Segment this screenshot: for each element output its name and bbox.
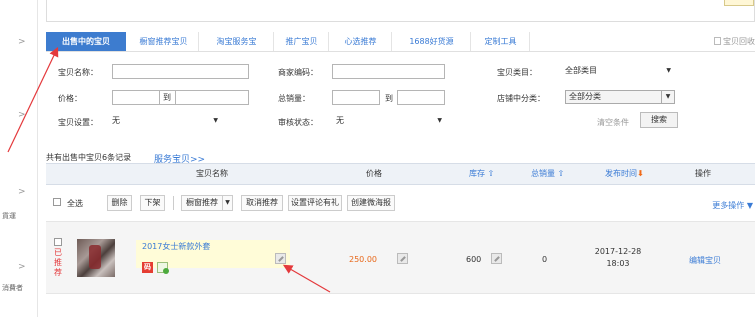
more-actions-link[interactable]: 更多操作 ▼ bbox=[712, 200, 753, 211]
merchant-code-label: 商家编码： bbox=[278, 68, 318, 77]
window-recommend-button[interactable]: 橱窗推荐 ▼ bbox=[181, 195, 233, 211]
table-header: 宝贝名称 价格 库存 ⇧ 总销量 ⇧ 发布时间⬇ 操作 bbox=[46, 163, 755, 185]
sales-min-input[interactable] bbox=[332, 90, 380, 105]
setting-value: 无 bbox=[112, 116, 120, 125]
shop-category-select[interactable]: 全部分类 ▼ bbox=[565, 90, 675, 104]
price-max-input[interactable] bbox=[175, 90, 249, 105]
name-input[interactable] bbox=[112, 64, 249, 79]
publish-time: 2017-12-28 18:03 bbox=[586, 246, 650, 270]
category-select[interactable]: 全部类目 ▼ bbox=[565, 64, 675, 78]
shop-category-label: 店铺中分类： bbox=[497, 94, 545, 103]
edit-pencil-icon[interactable] bbox=[397, 253, 408, 264]
delete-button[interactable]: 删除 bbox=[107, 195, 132, 211]
sales-to-label: 到 bbox=[385, 94, 393, 103]
chevron-right-icon[interactable]: > bbox=[18, 187, 26, 197]
col-stock[interactable]: 库存 ⇧ bbox=[469, 164, 494, 184]
sort-icon: ⇧ bbox=[485, 169, 495, 178]
tab-heart-select[interactable]: 心选推荐 bbox=[330, 32, 392, 51]
tab-custom-tools[interactable]: 定制工具 bbox=[472, 32, 530, 51]
price-min-input[interactable] bbox=[112, 90, 160, 105]
edit-pencil-icon[interactable] bbox=[275, 253, 286, 264]
mobile-icon[interactable] bbox=[157, 262, 169, 274]
dropdown-arrow-icon: ▼ bbox=[437, 117, 442, 124]
top-banner-button[interactable] bbox=[724, 0, 754, 6]
total-sales-label: 总销量： bbox=[278, 94, 310, 103]
divider bbox=[173, 196, 174, 210]
recommended-status: 已推荐 bbox=[54, 248, 62, 277]
setting-select[interactable]: 无 ▼ bbox=[112, 114, 222, 128]
left-sidebar: > > > 貨運 > 消費者 bbox=[0, 0, 38, 317]
tab-1688[interactable]: 1688好货源 bbox=[393, 32, 471, 51]
dropdown-arrow-icon: ▼ bbox=[213, 117, 218, 124]
unlist-button[interactable]: 下架 bbox=[140, 195, 165, 211]
review-status-select[interactable]: 无 ▼ bbox=[336, 114, 446, 128]
record-summary: 共有出售中宝贝6条记录 bbox=[46, 153, 132, 162]
row-checkbox[interactable] bbox=[54, 238, 62, 246]
edit-pencil-icon[interactable] bbox=[491, 253, 502, 264]
sales-max-input[interactable] bbox=[397, 90, 445, 105]
name-label: 宝贝名称： bbox=[58, 68, 98, 77]
sort-down-icon: ⬇ bbox=[637, 169, 644, 178]
search-button[interactable]: 搜索 bbox=[640, 112, 678, 128]
col-time[interactable]: 发布时间⬇ bbox=[605, 164, 644, 184]
dropdown-arrow-icon: ▼ bbox=[666, 67, 671, 74]
col-sales-label: 总销量 bbox=[531, 169, 555, 178]
col-price: 价格 bbox=[366, 169, 382, 178]
publish-clock: 18:03 bbox=[606, 259, 630, 268]
setting-label: 宝贝设置： bbox=[58, 118, 98, 127]
col-time-label: 发布时间 bbox=[605, 169, 637, 178]
cancel-recommend-button[interactable]: 取消推荐 bbox=[241, 195, 283, 211]
select-all-checkbox[interactable] bbox=[53, 198, 61, 206]
review-status-label: 审核状态： bbox=[278, 118, 318, 127]
dropdown-arrow-icon: ▼ bbox=[222, 196, 232, 210]
chevron-right-icon[interactable]: > bbox=[18, 110, 26, 120]
select-all-label: 全选 bbox=[67, 199, 83, 208]
recycle-label: 宝贝回收 bbox=[723, 37, 755, 46]
product-stock: 600 bbox=[466, 255, 482, 264]
price-to-label: 到 bbox=[163, 93, 171, 102]
tab-promote[interactable]: 推广宝贝 bbox=[275, 32, 329, 51]
dropdown-arrow-icon: ▼ bbox=[661, 91, 674, 103]
review-gift-button[interactable]: 设置评论有礼 bbox=[288, 195, 342, 211]
product-thumbnail[interactable] bbox=[77, 239, 115, 277]
sidebar-label: 消費者 bbox=[2, 284, 23, 292]
tab-taobao-service[interactable]: 淘宝服务宝 bbox=[200, 32, 274, 51]
sidebar-label: 貨運 bbox=[2, 212, 16, 220]
recycle-link[interactable]: 宝贝回收 bbox=[714, 36, 755, 47]
batch-toolbar: 全选 删除 下架 橱窗推荐 ▼ 取消推荐 设置评论有礼 创建微海报 更多操作 ▼ bbox=[46, 186, 755, 222]
trash-icon bbox=[714, 37, 721, 45]
product-sales: 0 bbox=[542, 255, 548, 264]
merchant-code-input[interactable] bbox=[332, 64, 445, 79]
product-price: 250.00 bbox=[349, 255, 377, 264]
chevron-right-icon[interactable]: > bbox=[18, 37, 26, 47]
edit-product-link[interactable]: 编辑宝贝 bbox=[689, 255, 721, 266]
category-label: 宝贝类目： bbox=[497, 68, 537, 77]
col-action: 操作 bbox=[695, 169, 711, 178]
price-label: 价格： bbox=[58, 94, 82, 103]
tab-selling[interactable]: 出售中的宝贝 bbox=[46, 32, 126, 51]
sort-icon: ⇧ bbox=[555, 169, 565, 178]
tab-window-recommend[interactable]: 橱窗推荐宝贝 bbox=[129, 32, 199, 51]
top-banner bbox=[46, 0, 755, 22]
col-name: 宝贝名称 bbox=[196, 169, 228, 178]
code-badge[interactable]: 码 bbox=[142, 262, 153, 273]
product-name-link[interactable]: 2017女士新款外套 bbox=[142, 241, 210, 252]
category-value: 全部类目 bbox=[565, 66, 597, 75]
shop-category-value: 全部分类 bbox=[569, 92, 601, 101]
publish-date: 2017-12-28 bbox=[594, 247, 642, 256]
tab-bar: 出售中的宝贝 橱窗推荐宝贝 淘宝服务宝 推广宝贝 心选推荐 1688好货源 定制… bbox=[46, 32, 755, 52]
col-stock-label: 库存 bbox=[469, 169, 485, 178]
review-status-value: 无 bbox=[336, 116, 344, 125]
table-row: 已推荐 2017女士新款外套 码 250.00 600 0 2017-12-28… bbox=[46, 222, 755, 294]
chevron-right-icon[interactable]: > bbox=[18, 262, 26, 272]
col-sales[interactable]: 总销量 ⇧ bbox=[531, 164, 564, 184]
window-recommend-label: 橱窗推荐 bbox=[186, 198, 218, 207]
clear-conditions-link[interactable]: 清空条件 bbox=[597, 117, 629, 128]
create-poster-button[interactable]: 创建微海报 bbox=[347, 195, 395, 211]
